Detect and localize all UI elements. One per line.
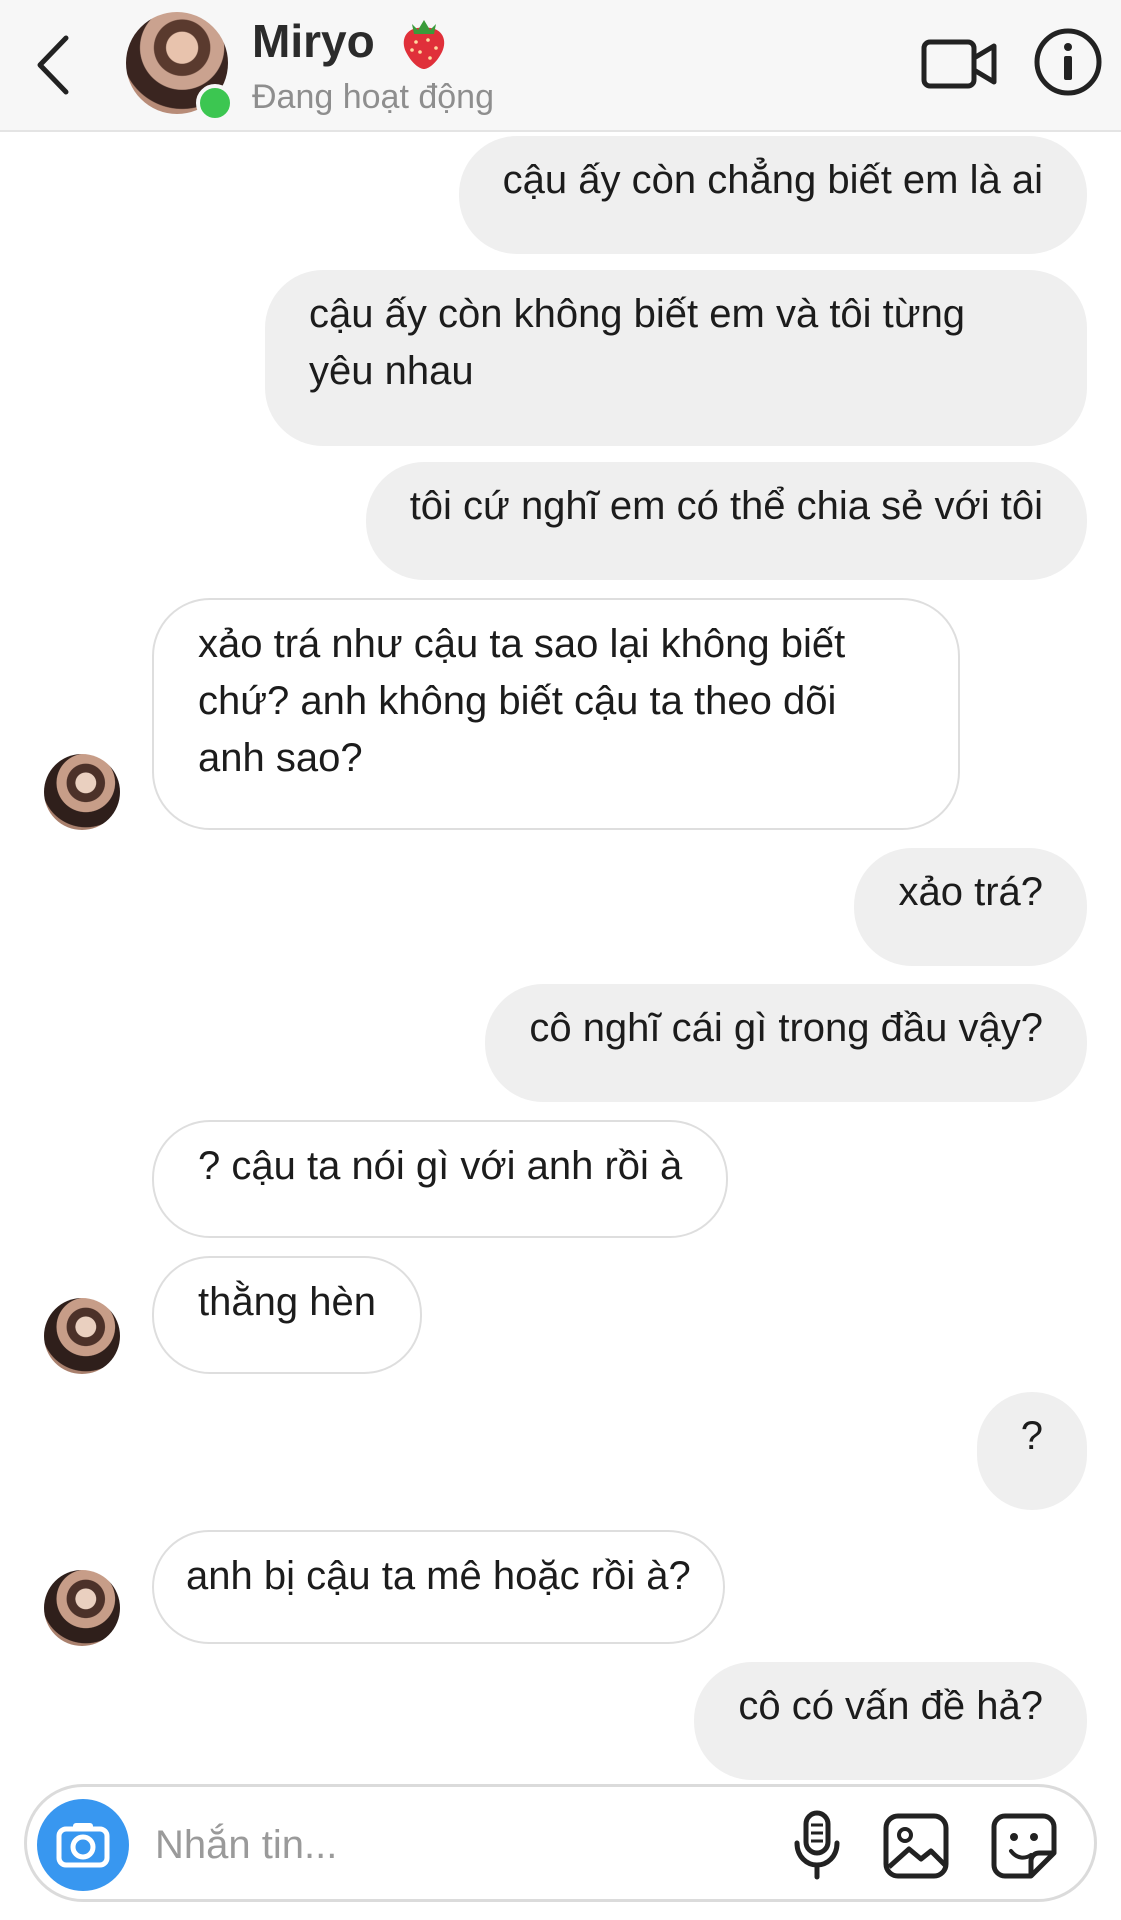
message-text: yêu nhau (309, 349, 474, 393)
message-composer: Nhắn tin... (24, 1784, 1097, 1902)
chat-header: Miryo Đang hoạt động (0, 0, 1121, 132)
message-bubble-sent[interactable]: cô có vấn đề hả? (694, 1662, 1087, 1780)
message-text: cô nghĩ cái gì trong đầu vậy? (529, 1006, 1043, 1050)
message-bubble-received[interactable]: thằng hèn (152, 1256, 422, 1374)
message-text: cậu ấy còn chẳng biết em là ai (502, 158, 1043, 202)
active-status: Đang hoạt động (252, 78, 494, 116)
sticker-icon[interactable] (989, 1811, 1059, 1881)
message-text: chứ? anh không biết cậu ta theo dõi (198, 679, 837, 723)
message-bubble-sent[interactable]: cậu ấy còn không biết em và tôi từng yêu… (265, 270, 1087, 446)
message-text: ? cậu ta nói gì với anh rồi à (198, 1144, 683, 1188)
message-text: ? (1020, 1414, 1043, 1458)
message-input[interactable]: Nhắn tin... (155, 1823, 337, 1868)
message-bubble-sent[interactable]: ? (976, 1392, 1087, 1510)
message-text: cô có vấn đề hả? (738, 1684, 1043, 1728)
sender-avatar[interactable] (44, 1298, 120, 1374)
message-text: xảo trá như cậu ta sao lại không biết (198, 622, 846, 666)
message-text: thằng hèn (198, 1280, 376, 1324)
message-bubble-sent[interactable]: xảo trá? (854, 848, 1087, 966)
message-text: anh bị cậu ta mê hoặc rồi à? (186, 1554, 691, 1598)
message-text: cậu ấy còn không biết em và tôi từng (309, 292, 966, 336)
message-bubble-sent[interactable]: cậu ấy còn chẳng biết em là ai (458, 136, 1087, 254)
video-call-icon[interactable] (920, 34, 1000, 94)
back-arrow-icon[interactable] (28, 30, 78, 100)
microphone-icon[interactable] (787, 1809, 847, 1881)
message-bubble-received[interactable]: xảo trá như cậu ta sao lại không biết ch… (152, 598, 960, 830)
message-text: tôi cứ nghĩ em có thể chia sẻ với tôi (409, 484, 1043, 528)
message-bubble-received[interactable]: anh bị cậu ta mê hoặc rồi à? (152, 1530, 725, 1644)
message-text: xảo trá? (898, 870, 1043, 914)
sender-avatar[interactable] (44, 754, 120, 830)
contact-name[interactable]: Miryo (252, 14, 375, 68)
camera-icon[interactable] (37, 1799, 129, 1891)
info-icon[interactable] (1032, 26, 1104, 98)
sender-avatar[interactable] (44, 1570, 120, 1646)
message-text: anh sao? (198, 736, 363, 780)
message-bubble-received[interactable]: ? cậu ta nói gì với anh rồi à (152, 1120, 729, 1238)
strawberry-icon (398, 14, 450, 70)
message-bubble-sent[interactable]: cô nghĩ cái gì trong đầu vậy? (485, 984, 1087, 1102)
gallery-icon[interactable] (881, 1811, 951, 1881)
online-status-dot (196, 84, 234, 122)
message-bubble-sent[interactable]: tôi cứ nghĩ em có thể chia sẻ với tôi (365, 462, 1087, 580)
